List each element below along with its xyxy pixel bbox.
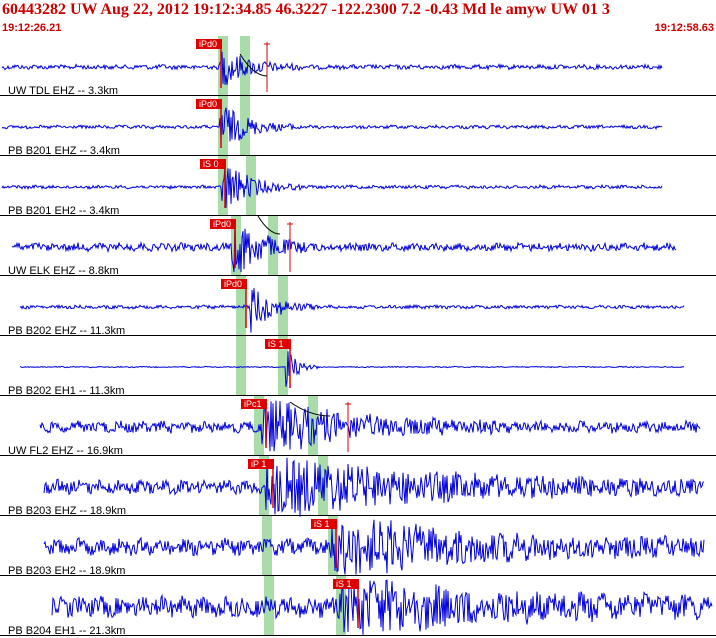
waveform-trace bbox=[19, 351, 685, 387]
pick-label: iP 1 bbox=[251, 459, 266, 469]
pick-label: iPc1 bbox=[244, 399, 262, 409]
waveform-trace bbox=[43, 457, 705, 517]
start-time: 19:12:26.21 bbox=[2, 22, 62, 34]
pick-label: iPd0 bbox=[213, 219, 231, 229]
pick-label: iS 1 bbox=[268, 339, 284, 349]
end-time: 19:12:58.63 bbox=[654, 22, 714, 34]
header: 60443282 UW Aug 22, 2012 19:12:34.85 46.… bbox=[0, 0, 716, 36]
waveform-trace bbox=[43, 519, 705, 575]
channel-label: PB B203 EH2 -- 18.9km bbox=[8, 565, 125, 577]
pick-label: iPd0 bbox=[199, 39, 217, 49]
channel-label: PB B202 EHZ -- 11.3km bbox=[8, 325, 125, 337]
channel-label: PB B204 EH1 -- 21.3km bbox=[8, 625, 125, 637]
channel-label: UW TDL EHZ -- 3.3km bbox=[8, 85, 118, 97]
pick-label: iS 1 bbox=[314, 519, 330, 529]
event-title: 60443282 UW Aug 22, 2012 19:12:34.85 46.… bbox=[2, 1, 610, 18]
waveform-trace bbox=[39, 400, 701, 452]
waveform-trace bbox=[1, 165, 663, 208]
pick-label: iPd0 bbox=[224, 279, 242, 289]
waveform-trace bbox=[51, 579, 713, 635]
channel-label: PB B201 EH2 -- 3.4km bbox=[8, 205, 119, 217]
channel-label: UW FL2 EHZ -- 16.9km bbox=[8, 445, 123, 457]
channel-label: PB B201 EHZ -- 3.4km bbox=[8, 145, 120, 157]
waveform-trace bbox=[1, 51, 663, 85]
pick-label: iS 0 bbox=[203, 159, 219, 169]
pick-window-band bbox=[236, 336, 246, 396]
pick-label: iPd0 bbox=[199, 99, 217, 109]
channel-label: PB B202 EH1 -- 11.3km bbox=[8, 385, 125, 397]
channel-label: UW ELK EHZ -- 8.8km bbox=[8, 265, 119, 277]
waveform-trace bbox=[1, 107, 663, 142]
pick-label: iS 1 bbox=[336, 579, 352, 589]
seismogram-panel: iPd0 UW TDL EHZ -- 3.3km iPd0 PB B201 EHZ -… bbox=[0, 36, 716, 637]
channel-label: PB B203 EHZ -- 18.9km bbox=[8, 505, 126, 517]
